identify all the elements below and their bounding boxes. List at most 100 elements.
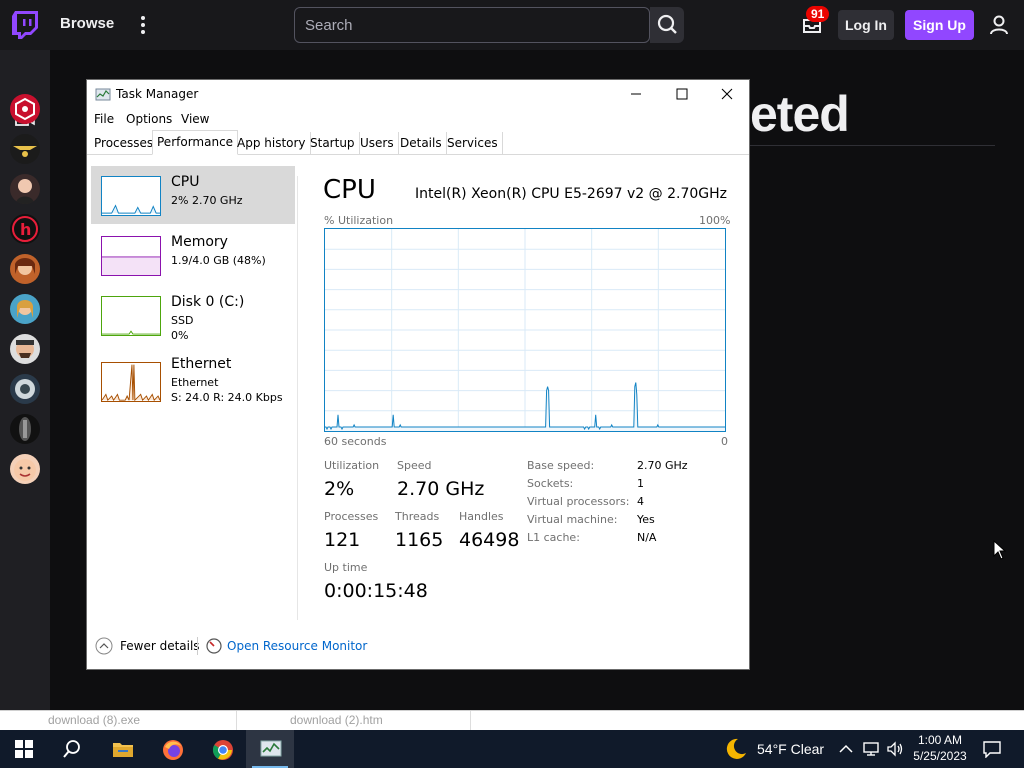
divider <box>297 176 298 620</box>
open-resource-monitor-link[interactable]: Open Resource Monitor <box>227 639 367 653</box>
kebab-icon[interactable] <box>136 14 150 36</box>
clock-time: 1:00 AM <box>917 733 963 747</box>
tab-app-history[interactable]: App history <box>233 132 311 155</box>
graph-y-max-label: 100% <box>699 214 731 227</box>
browse-link[interactable]: Browse <box>60 15 114 32</box>
stat-label: Processes <box>324 510 379 523</box>
channel-avatar[interactable]: h <box>10 214 40 244</box>
channel-avatar[interactable] <box>10 334 40 364</box>
stat-label: Up time <box>324 561 368 574</box>
menu-options[interactable]: Options <box>126 112 172 126</box>
taskbar-clock[interactable]: 1:00 AM 5/25/2023 <box>912 732 968 764</box>
notification-badge: 91 <box>806 6 830 22</box>
disk-thumbnail-graph <box>101 296 161 336</box>
fewer-details-button[interactable]: Fewer details <box>120 639 200 653</box>
twitch-topbar: Browse 91 Log In Sign Up <box>0 0 1024 50</box>
detail-key: Sockets: <box>527 477 574 490</box>
sidebar-item-label: Disk 0 (C:) <box>171 294 245 310</box>
cpu-utilization-graph <box>324 228 726 432</box>
sidebar-item-detail: S: 24.0 R: 24.0 Kbps <box>171 391 283 404</box>
firefox-icon <box>163 740 183 760</box>
maximize-button[interactable] <box>659 80 705 108</box>
divider <box>470 711 471 731</box>
divider <box>750 145 995 146</box>
user-icon[interactable] <box>988 14 1010 36</box>
channel-avatar[interactable] <box>10 174 40 204</box>
minimize-icon <box>631 93 641 95</box>
channel-avatar[interactable] <box>10 374 40 404</box>
sidebar-item-detail: 2% 2.70 GHz <box>171 194 243 207</box>
tab-details[interactable]: Details <box>396 132 447 155</box>
volume-icon[interactable] <box>886 741 904 757</box>
channel-avatar[interactable] <box>10 254 40 284</box>
menu-file[interactable]: File <box>94 112 114 126</box>
chevron-up-circle-icon[interactable] <box>95 637 113 655</box>
close-icon <box>721 88 733 100</box>
moon-icon[interactable] <box>724 737 748 761</box>
download-item[interactable]: download (2).htm <box>290 713 383 727</box>
start-button[interactable] <box>0 730 48 768</box>
sidebar-item-detail: SSD <box>171 314 194 327</box>
chrome-icon <box>212 740 233 760</box>
notification-icon[interactable] <box>982 740 1002 758</box>
search-icon <box>657 14 677 34</box>
weather-text[interactable]: 54°F Clear <box>757 741 824 757</box>
search-icon <box>63 740 80 758</box>
mouse-cursor-icon <box>993 540 1007 560</box>
maximize-icon <box>676 88 688 100</box>
ethernet-thumbnail-graph <box>101 362 161 402</box>
clock-date: 5/25/2023 <box>913 749 967 763</box>
tab-services[interactable]: Services <box>443 132 503 155</box>
chevron-up-icon[interactable] <box>838 742 854 756</box>
stat-label: Handles <box>459 510 504 523</box>
stat-uptime: 0:00:15:48 <box>324 580 428 602</box>
window-title: Task Manager <box>116 87 199 101</box>
signup-button[interactable]: Sign Up <box>905 10 974 40</box>
stat-processes: 121 <box>324 529 361 551</box>
channel-avatar[interactable] <box>10 414 40 444</box>
detail-value: 2.70 GHz <box>637 459 688 472</box>
file-explorer-icon <box>113 743 133 757</box>
detail-value: Yes <box>637 513 655 526</box>
sidebar-item-disk[interactable]: Disk 0 (C:) SSD 0% <box>91 286 295 344</box>
channel-avatar[interactable] <box>10 294 40 324</box>
download-item[interactable]: download (8).exe <box>48 713 140 727</box>
tab-users[interactable]: Users <box>356 132 399 155</box>
stat-label: Threads <box>395 510 440 523</box>
svg-text:h: h <box>20 220 31 239</box>
taskbar-task-manager[interactable] <box>246 730 294 768</box>
graph-y-label: % Utilization <box>324 214 394 227</box>
stat-utilization: 2% <box>324 478 355 500</box>
minimize-button[interactable] <box>613 80 659 108</box>
cpu-graph-svg <box>325 229 725 431</box>
channel-avatar[interactable] <box>10 454 40 484</box>
search-input[interactable] <box>294 7 650 43</box>
sidebar-item-cpu[interactable]: CPU 2% 2.70 GHz <box>91 166 295 224</box>
detail-key: Virtual processors: <box>527 495 630 508</box>
login-button[interactable]: Log In <box>838 10 894 40</box>
tab-startup[interactable]: Startup <box>306 132 360 155</box>
windows-taskbar: 54°F Clear <box>0 730 1024 768</box>
tab-processes[interactable]: Processes <box>90 132 159 155</box>
twitch-logo-icon[interactable] <box>12 11 38 39</box>
close-button[interactable] <box>704 80 750 108</box>
channel-avatar[interactable] <box>10 94 40 124</box>
resource-monitor-icon <box>206 638 222 654</box>
task-manager-icon <box>95 88 111 101</box>
network-icon[interactable] <box>862 741 880 757</box>
taskbar-file-explorer[interactable] <box>98 730 146 768</box>
taskbar-firefox[interactable] <box>148 730 196 768</box>
taskbar-chrome[interactable] <box>198 730 246 768</box>
channel-avatar[interactable] <box>10 134 40 164</box>
sidebar-item-ethernet[interactable]: Ethernet Ethernet S: 24.0 R: 24.0 Kbps <box>91 352 295 410</box>
tab-performance[interactable]: Performance <box>152 130 239 155</box>
search-button[interactable] <box>650 7 684 43</box>
detail-value: 1 <box>637 477 644 490</box>
sidebar-item-memory[interactable]: Memory 1.9/4.0 GB (48%) <box>91 226 295 284</box>
graph-x-left-label: 60 seconds <box>324 435 387 448</box>
menu-view[interactable]: View <box>181 112 209 126</box>
page-title: CPU <box>323 175 376 205</box>
divider <box>197 637 198 655</box>
taskbar-search-button[interactable] <box>48 730 96 768</box>
detail-key: L1 cache: <box>527 531 580 544</box>
